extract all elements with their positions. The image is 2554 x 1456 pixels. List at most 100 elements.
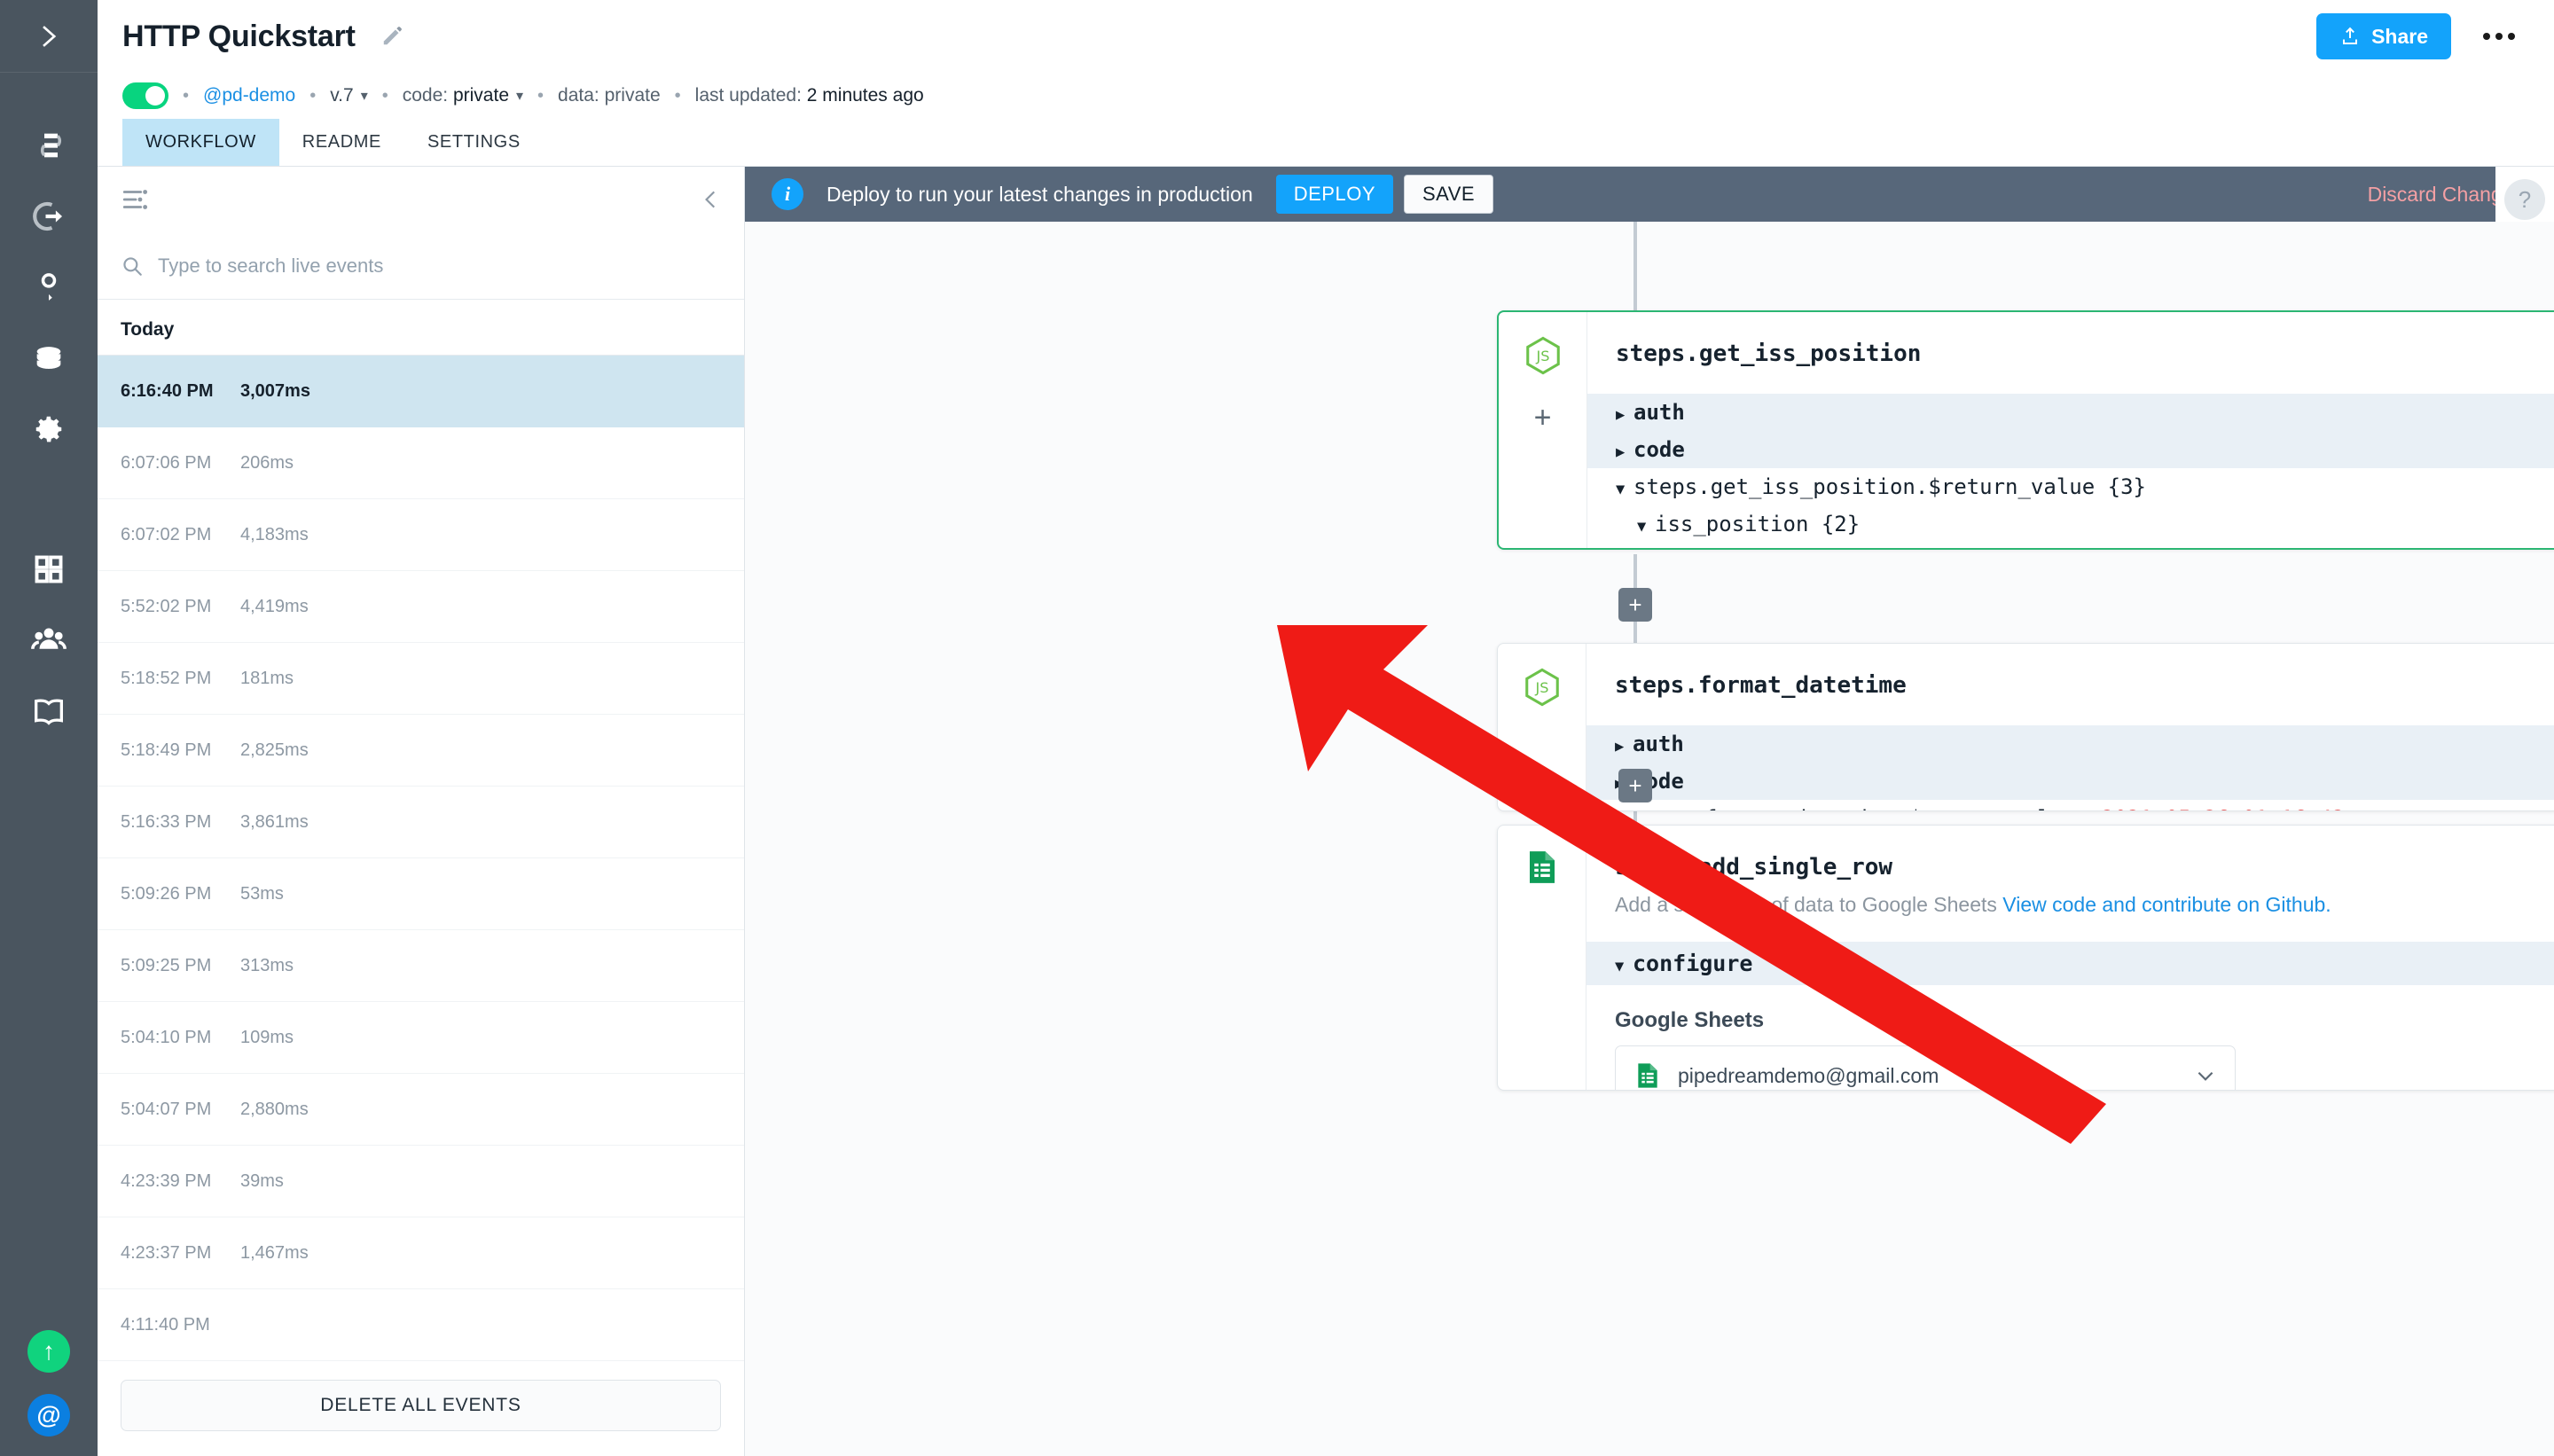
triangle-down-icon: ▼: [1615, 958, 1633, 975]
event-time: 6:07:02 PM: [121, 525, 240, 545]
step-node-get-iss-position[interactable]: × JS + steps.get_iss_position: [1497, 310, 2554, 550]
list-item[interactable]: 4:11:40 PM: [98, 1289, 744, 1361]
search-input[interactable]: [158, 254, 721, 278]
workflow-enable-toggle[interactable]: [122, 82, 168, 109]
github-link[interactable]: View code and contribute on Github.: [2002, 893, 2331, 916]
event-time: 5:04:07 PM: [121, 1100, 240, 1120]
event-duration: 181ms: [240, 669, 294, 689]
step-node-format-datetime[interactable]: × JS steps.format_datetime ▶auth: [1497, 643, 2554, 811]
json-row-return-value[interactable]: steps.format_datetime.$return_value: 202…: [1586, 800, 2554, 811]
event-time: 5:18:49 PM: [121, 740, 240, 761]
triangle-right-icon: ▶: [1615, 738, 1633, 755]
tab-workflow[interactable]: WORKFLOW: [122, 119, 279, 166]
json-node-iss-position[interactable]: ▼iss_position {2}: [1587, 505, 2554, 543]
last-updated: last updated: 2 minutes ago: [695, 85, 924, 106]
search-icon: [121, 254, 144, 278]
help-button[interactable]: ?: [2504, 179, 2545, 220]
event-duration: 313ms: [240, 956, 294, 976]
step-node-add-single-row[interactable]: ×: [1497, 825, 2554, 1091]
event-duration: 3,861ms: [240, 812, 309, 833]
sidebar-item-community[interactable]: [0, 605, 98, 676]
event-duration: 109ms: [240, 1028, 294, 1048]
list-item[interactable]: 6:07:02 PM4,183ms: [98, 499, 744, 571]
event-list-icon[interactable]: [121, 184, 151, 215]
node-inner: steps.add_single_row Add a single row of…: [1498, 826, 2554, 1091]
sidebar-item-workflows[interactable]: [0, 110, 98, 181]
events-search-row: [98, 232, 744, 300]
collapsible-auth[interactable]: ▶auth: [1586, 725, 2554, 763]
delete-all-events-button[interactable]: DELETE ALL EVENTS: [121, 1380, 721, 1431]
event-time: 4:11:40 PM: [121, 1315, 240, 1335]
node-body: steps.get_iss_position ▶auth ▶code ▼step…: [1587, 312, 2554, 550]
last-updated-value: 2 minutes ago: [807, 85, 924, 106]
google-account-select[interactable]: pipedreamdemo@gmail.com: [1615, 1045, 2236, 1091]
save-button[interactable]: SAVE: [1404, 175, 1493, 214]
list-item[interactable]: 5:09:25 PM313ms: [98, 930, 744, 1002]
kebab-menu-icon[interactable]: [2474, 24, 2524, 49]
list-item[interactable]: 5:09:26 PM53ms: [98, 858, 744, 930]
rail-expand-button[interactable]: [0, 0, 98, 73]
json-row-latitude[interactable]: latitude: -1.4203: [1587, 543, 2554, 550]
list-item[interactable]: 6:07:06 PM206ms: [98, 427, 744, 499]
list-item[interactable]: 4:23:37 PM1,467ms: [98, 1217, 744, 1289]
iss-position-label: iss_position {2}: [1655, 512, 1860, 536]
add-step-inline-button[interactable]: +: [1534, 403, 1552, 433]
version-selector[interactable]: v.7 ▾: [330, 85, 368, 106]
docs-icon: [31, 693, 67, 729]
event-time: 5:09:26 PM: [121, 884, 240, 904]
collapsible-configure[interactable]: ▼configure: [1586, 942, 2554, 985]
collapsible-code[interactable]: ▶code: [1586, 763, 2554, 800]
event-time: 5:18:52 PM: [121, 669, 240, 689]
list-item[interactable]: 5:52:02 PM4,419ms: [98, 571, 744, 643]
triangle-down-icon: ▼: [1616, 481, 1633, 498]
deploy-banner-message: Deploy to run your latest changes in pro…: [827, 183, 1253, 207]
list-item[interactable]: 5:04:10 PM109ms: [98, 1002, 744, 1074]
list-item[interactable]: 5:18:52 PM181ms: [98, 643, 744, 715]
share-button-label: Share: [2371, 25, 2428, 49]
list-item[interactable]: 6:16:40 PM3,007ms: [98, 356, 744, 427]
json-node-return-value[interactable]: ▼steps.get_iss_position.$return_value {3…: [1587, 468, 2554, 505]
return-value-label: steps.get_iss_position.$return_value {3}: [1633, 474, 2146, 499]
configure-label: configure: [1633, 951, 1752, 976]
upgrade-icon[interactable]: ↑: [27, 1330, 70, 1373]
sidebar-item-docs[interactable]: [0, 676, 98, 747]
list-item[interactable]: 5:18:49 PM2,825ms: [98, 715, 744, 787]
event-time: 6:16:40 PM: [121, 381, 240, 402]
list-item[interactable]: 5:16:33 PM3,861ms: [98, 787, 744, 858]
collapse-panel-icon[interactable]: [700, 188, 723, 211]
event-time: 5:09:25 PM: [121, 956, 240, 976]
event-time: 4:23:39 PM: [121, 1171, 240, 1192]
pencil-icon[interactable]: [380, 25, 403, 48]
sidebar-item-apps[interactable]: [0, 534, 98, 605]
sidebar-item-credentials[interactable]: [0, 252, 98, 323]
code-visibility-value: private: [453, 85, 509, 106]
return-value-value: 2021-05-26 01:16:42: [2102, 806, 2346, 811]
collapsible-auth[interactable]: ▶auth: [1587, 394, 2554, 431]
info-icon: i: [772, 178, 803, 210]
step-description-text: Add a single row of data to Google Sheet…: [1615, 893, 1997, 916]
workspace-owner-link[interactable]: @pd-demo: [203, 85, 295, 106]
collapsible-code[interactable]: ▶code: [1587, 431, 2554, 468]
apps-grid-icon: [33, 553, 65, 585]
deploy-button[interactable]: DEPLOY: [1276, 175, 1393, 214]
add-step-button-2[interactable]: +: [1618, 769, 1652, 802]
share-upload-icon: [2339, 26, 2361, 47]
list-item[interactable]: 4:23:39 PM39ms: [98, 1146, 744, 1217]
mentions-icon[interactable]: @: [27, 1394, 70, 1436]
sidebar-item-settings[interactable]: [0, 394, 98, 465]
node-icon-rail: JS: [1498, 644, 1586, 811]
sidebar-item-sources[interactable]: [0, 181, 98, 252]
tab-readme[interactable]: README: [279, 119, 404, 166]
google-sheets-field-label: Google Sheets: [1586, 985, 2554, 1045]
upgrade-glyph: ↑: [43, 1339, 55, 1364]
sidebar-item-data-stores[interactable]: [0, 323, 98, 394]
step-title: steps.get_iss_position: [1587, 312, 2554, 394]
tab-settings[interactable]: SETTINGS: [404, 119, 544, 166]
node-body: steps.add_single_row Add a single row of…: [1586, 826, 2554, 1091]
code-visibility-selector[interactable]: code: private ▾: [403, 85, 523, 106]
list-item[interactable]: 5:04:07 PM2,880ms: [98, 1074, 744, 1146]
add-step-button-1[interactable]: +: [1618, 588, 1652, 622]
node-inner: JS + steps.get_iss_position ▶auth ▶code …: [1499, 312, 2554, 550]
share-button[interactable]: Share: [2316, 13, 2451, 59]
svg-text:JS: JS: [1535, 348, 1549, 364]
